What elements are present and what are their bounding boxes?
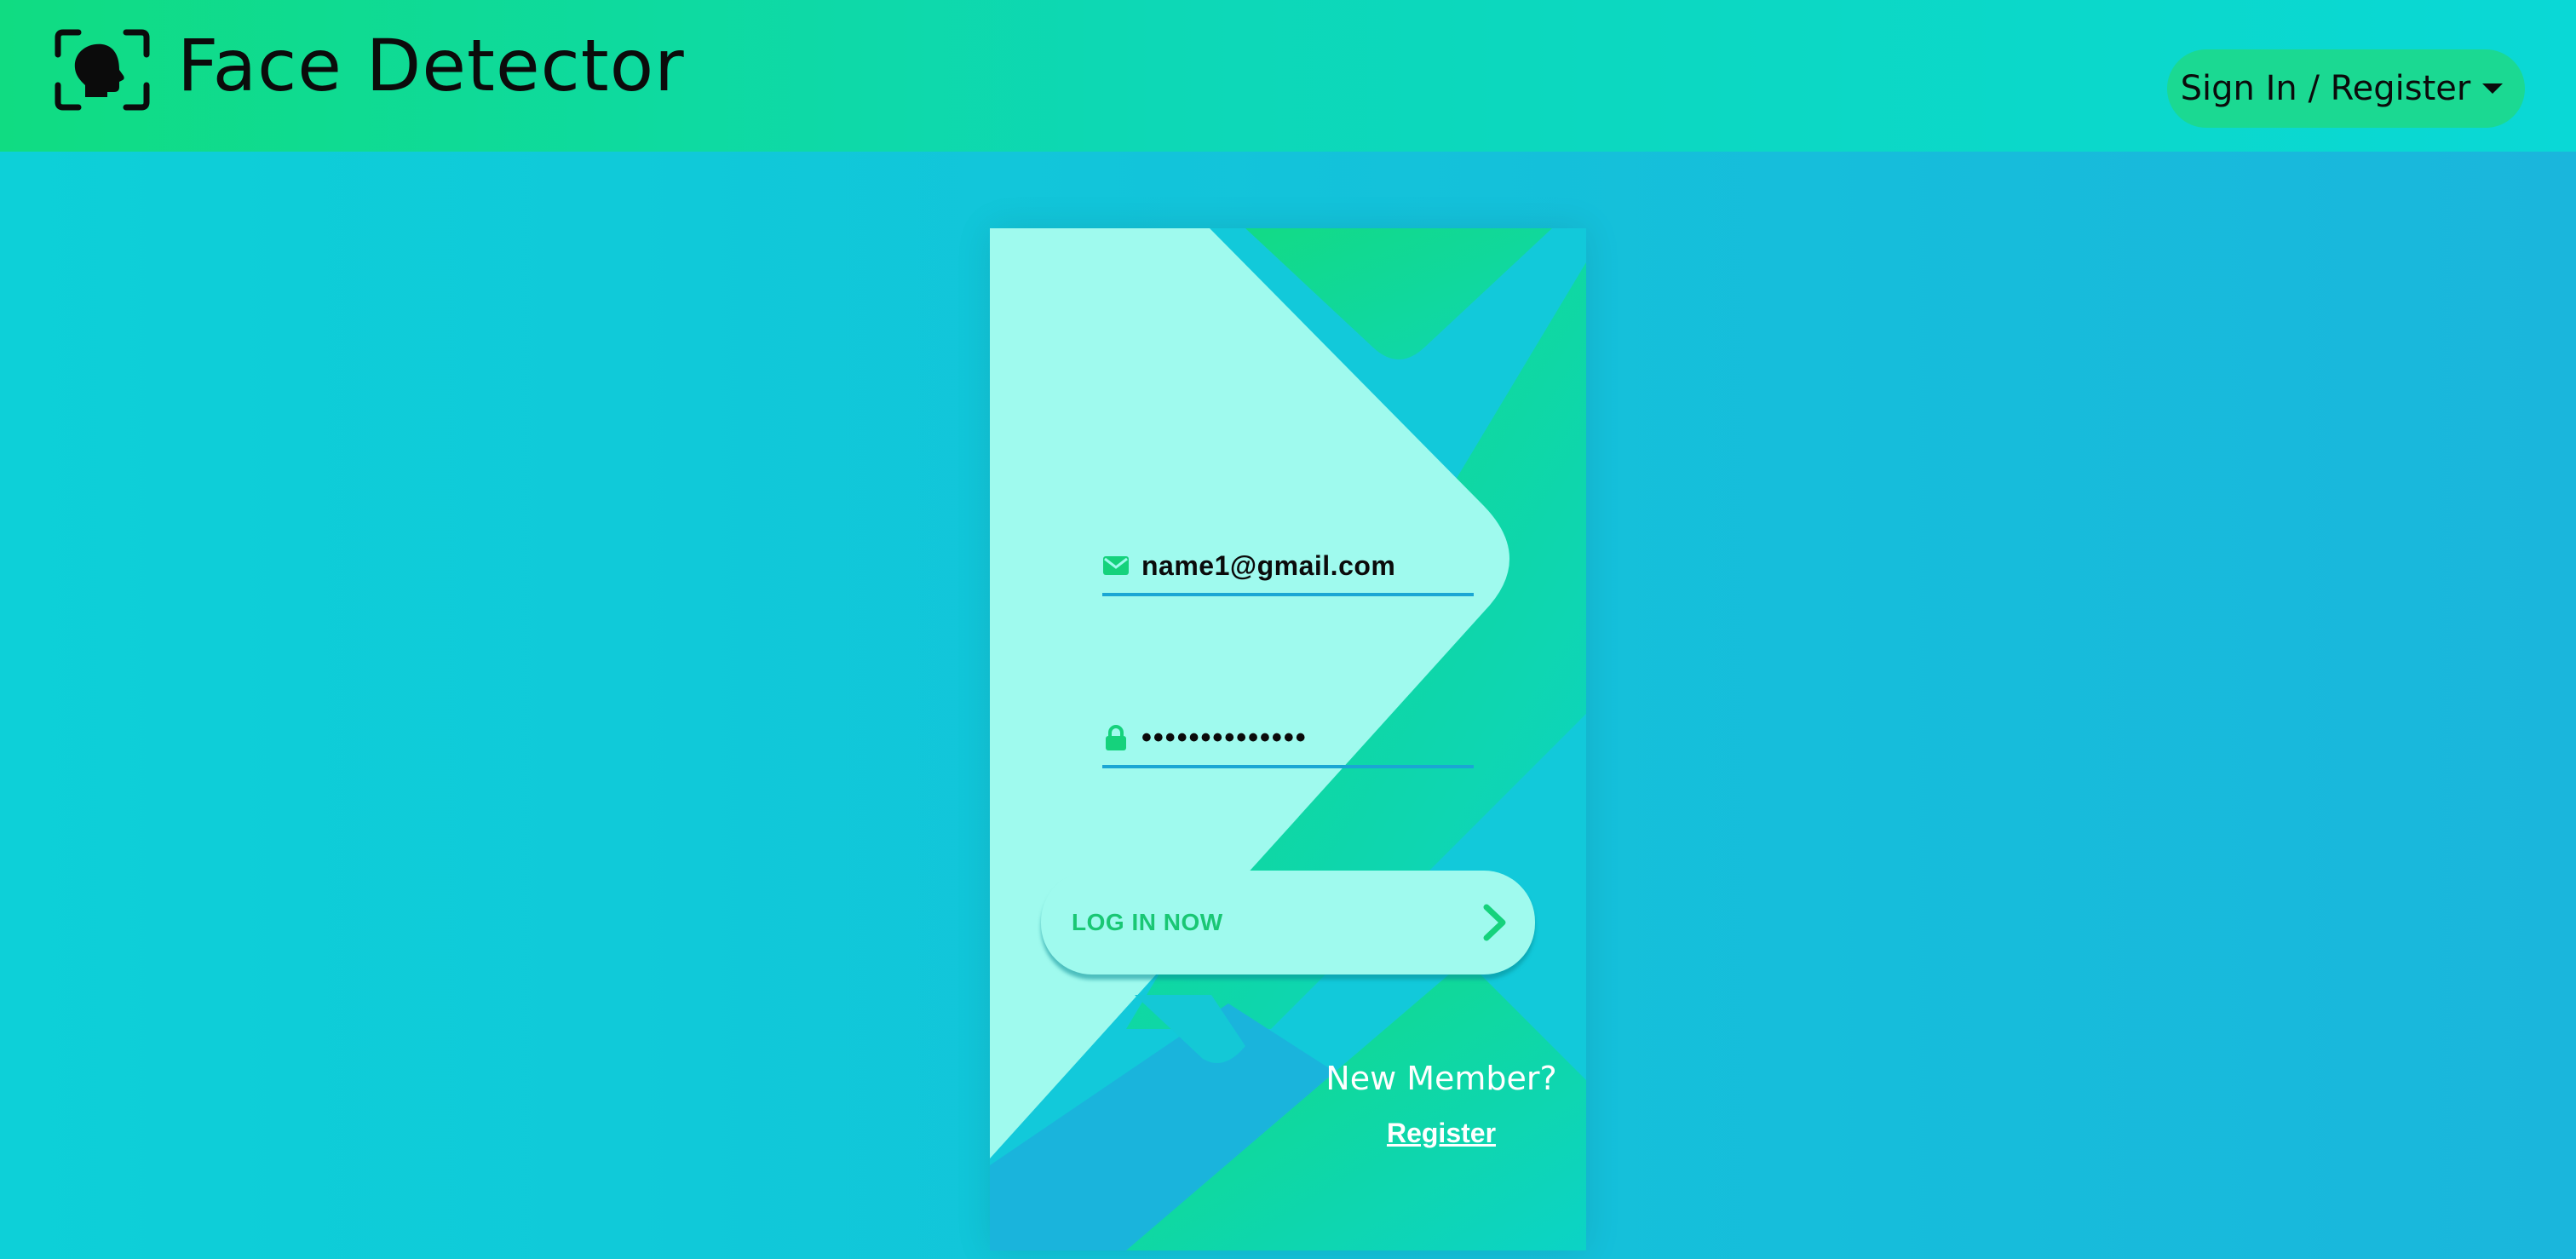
password-value: •••••••••••••• — [1141, 721, 1308, 754]
login-button-label: LOG IN NOW — [1072, 909, 1223, 935]
signin-register-dropdown[interactable]: Sign In / Register — [2167, 49, 2525, 128]
register-link[interactable]: Register — [1314, 1118, 1569, 1149]
envelope-icon — [1103, 556, 1129, 575]
signin-register-label: Sign In / Register — [2180, 69, 2471, 108]
email-field[interactable]: name1@gmail.com — [1102, 538, 1474, 596]
face-scan-icon — [55, 29, 150, 111]
top-navbar: Face Detector Sign In / Register — [0, 0, 2576, 152]
email-value: name1@gmail.com — [1141, 549, 1396, 581]
new-member-text: New Member? — [1325, 1060, 1557, 1097]
login-card: name1@gmail.com •••••••••••••• LOG IN NO… — [990, 228, 1586, 1250]
app-title: Face Detector — [177, 24, 685, 107]
chevron-right-icon — [1483, 904, 1506, 941]
login-button[interactable]: LOG IN NOW — [1041, 871, 1535, 974]
lock-icon — [1106, 725, 1126, 750]
password-field[interactable]: •••••••••••••• — [1102, 710, 1474, 768]
caret-down-icon — [2482, 83, 2504, 94]
